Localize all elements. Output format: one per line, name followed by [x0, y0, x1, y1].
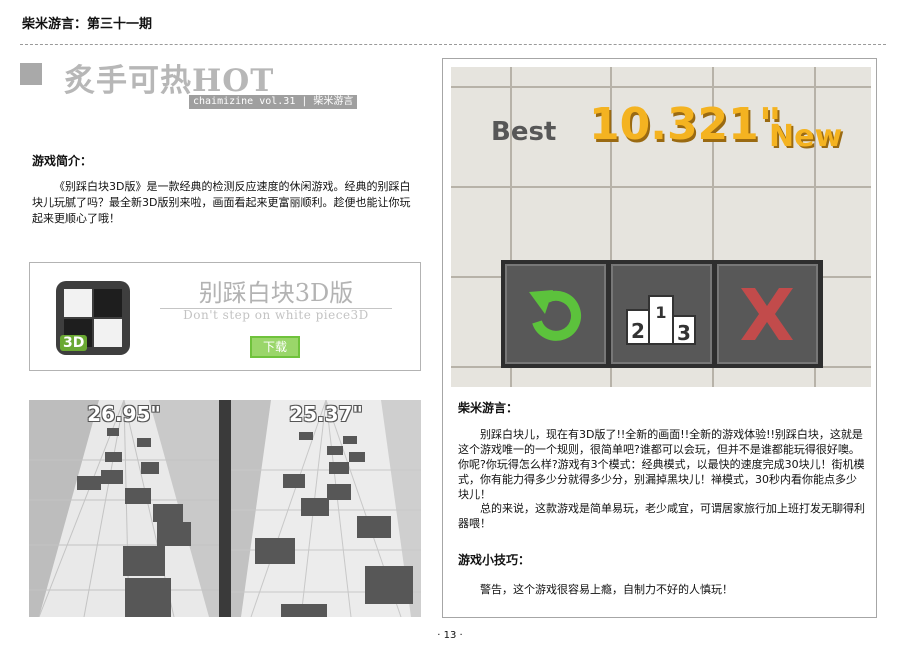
- game-button-row: 2 1 3: [501, 260, 823, 368]
- review-paragraph-1: 别踩白块儿，现在有3D版了!!全新的画面!!全新的游戏体验!!别踩白块，这就是这…: [458, 428, 865, 501]
- white-tile-icon: [64, 289, 92, 317]
- screenshot-left: 26.95": [29, 400, 219, 617]
- white-tile-icon: [94, 319, 122, 347]
- screenshot-divider: [219, 400, 231, 617]
- app-icon[interactable]: 3D: [56, 281, 130, 355]
- black-tile: [329, 462, 349, 474]
- black-tile: [255, 538, 295, 564]
- app-subtitle: Don't step on white piece3D: [183, 308, 369, 322]
- black-tile: [283, 474, 305, 488]
- svg-text:1: 1: [655, 303, 666, 322]
- tile-floor-graphic: [29, 400, 219, 617]
- new-record-label: New: [769, 119, 843, 154]
- restart-button[interactable]: [505, 264, 606, 364]
- app-title: 别踩白块3D版: [198, 279, 354, 307]
- intro-text: 《别踩白块3D版》是一款经典的检测反应速度的休闲游戏。经典的别踩白块儿玩腻了吗？…: [32, 180, 411, 225]
- podium-icon: 2 1 3: [626, 295, 696, 345]
- review-paragraph-2: 总的来说，这款游戏是简单易玩，老少咸宜，可谓居家旅行加上班打发无聊得利器喂！: [458, 502, 865, 530]
- tips-heading: 游戏小技巧：: [458, 553, 531, 567]
- black-tile: [327, 446, 343, 455]
- game-result-screenshot: Best 10.321" New 2 1 3: [451, 67, 871, 387]
- issue-title: 柴米游言：第三十一期: [22, 17, 153, 32]
- black-tile: [101, 470, 123, 484]
- best-label: Best: [491, 117, 557, 147]
- black-tile: [125, 488, 151, 504]
- black-tile: [365, 566, 413, 604]
- black-tile: [299, 432, 313, 440]
- intro-heading: 游戏简介：: [32, 154, 93, 168]
- svg-text:3: 3: [677, 321, 691, 345]
- black-tile: [77, 476, 101, 490]
- black-tile: [137, 438, 151, 447]
- time-readout: 26.95": [87, 402, 161, 426]
- top-divider: [20, 44, 886, 45]
- black-tile: [125, 578, 171, 617]
- leaderboard-button[interactable]: 2 1 3: [611, 264, 712, 364]
- best-score: 10.321": [589, 99, 782, 150]
- black-tile: [301, 498, 329, 516]
- tips-text: 警告，这个游戏很容易上瘾，自制力不好的人慎玩！: [480, 583, 733, 596]
- section-square-icon: [20, 63, 42, 85]
- black-tile-icon: [94, 289, 122, 317]
- review-card: Best 10.321" New 2 1 3 柴米游言： 别踩白块儿，现在有3D…: [442, 58, 877, 618]
- download-box: 3D 别踩白块3D版 Don't step on white piece3D 下…: [29, 262, 421, 371]
- black-tile: [107, 428, 119, 436]
- black-tile: [157, 522, 191, 546]
- black-tile: [343, 436, 357, 444]
- close-icon: [741, 288, 793, 340]
- screenshot-right: 25.37": [231, 400, 421, 617]
- black-tile: [141, 462, 159, 474]
- volume-tag: chaimizine vol.31 | 柴米游言: [189, 95, 358, 109]
- time-readout: 25.37": [289, 402, 363, 426]
- close-button[interactable]: [717, 264, 818, 364]
- black-tile: [349, 452, 365, 462]
- svg-text:2: 2: [631, 319, 645, 343]
- black-tile: [153, 504, 183, 522]
- black-tile: [105, 452, 122, 462]
- download-button[interactable]: 下载: [250, 336, 300, 358]
- restart-icon: [529, 290, 581, 341]
- review-heading: 柴米游言：: [458, 401, 519, 415]
- black-tile: [123, 546, 165, 576]
- section-title: 炙手可热HOT: [64, 63, 275, 99]
- 3d-badge: 3D: [60, 335, 88, 351]
- black-tile: [357, 516, 391, 538]
- page-number: · 13 ·: [437, 630, 463, 641]
- black-tile: [281, 604, 327, 617]
- black-tile: [327, 484, 351, 500]
